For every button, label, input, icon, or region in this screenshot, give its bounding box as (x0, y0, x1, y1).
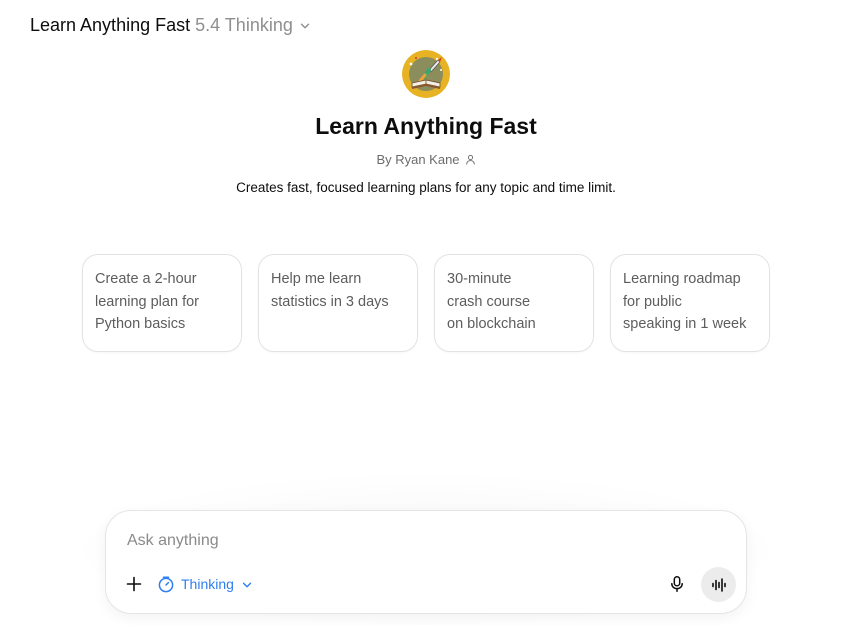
rocket-book-avatar (402, 50, 450, 98)
chevron-down-icon (300, 23, 310, 29)
person-icon (465, 154, 475, 165)
starter-label: Help me learn statistics in 3 days (271, 271, 389, 310)
starter-label: 30-minute crash course on blockchain (447, 271, 536, 332)
gpt-title: Learn Anything Fast (315, 113, 537, 139)
model-switcher[interactable]: Learn Anything Fast 5.4 Thinking (22, 10, 319, 40)
starter-card[interactable]: 30-minute crash course on blockchain (434, 254, 594, 352)
starter-label: Create a 2-hour learning plan for Python… (95, 271, 199, 332)
thinking-mode-button[interactable]: Thinking (157, 573, 253, 595)
author-label: By Ryan Kane (376, 152, 460, 167)
composer: Thinking (105, 510, 747, 614)
plus-icon (126, 576, 142, 592)
model-version: 5.4 Thinking (195, 14, 293, 35)
gpt-description: Creates fast, focused learning plans for… (236, 180, 616, 195)
app-page: Learn Anything Fast 5.4 Thinking Learn A… (0, 0, 850, 625)
voice-waveform-icon (711, 577, 726, 592)
message-input[interactable] (127, 529, 687, 553)
thinking-mode-label: Thinking (181, 576, 234, 592)
gpt-name: Learn Anything Fast (30, 14, 191, 35)
gpt-byline[interactable]: By Ryan Kane (0, 152, 850, 167)
dictate-button[interactable] (666, 573, 688, 595)
voice-mode-button[interactable] (701, 567, 736, 602)
starter-card[interactable]: Learning roadmap for public speaking in … (610, 254, 770, 352)
starter-card[interactable]: Help me learn statistics in 3 days (258, 254, 418, 352)
timer-icon (158, 576, 174, 593)
starter-label: Learning roadmap for public speaking in … (623, 271, 747, 332)
chevron-down-icon (242, 582, 252, 587)
starter-card[interactable]: Create a 2-hour learning plan for Python… (82, 254, 242, 352)
add-attachment-button[interactable] (123, 573, 145, 595)
microphone-icon (671, 576, 683, 592)
gpt-avatar (402, 50, 450, 98)
